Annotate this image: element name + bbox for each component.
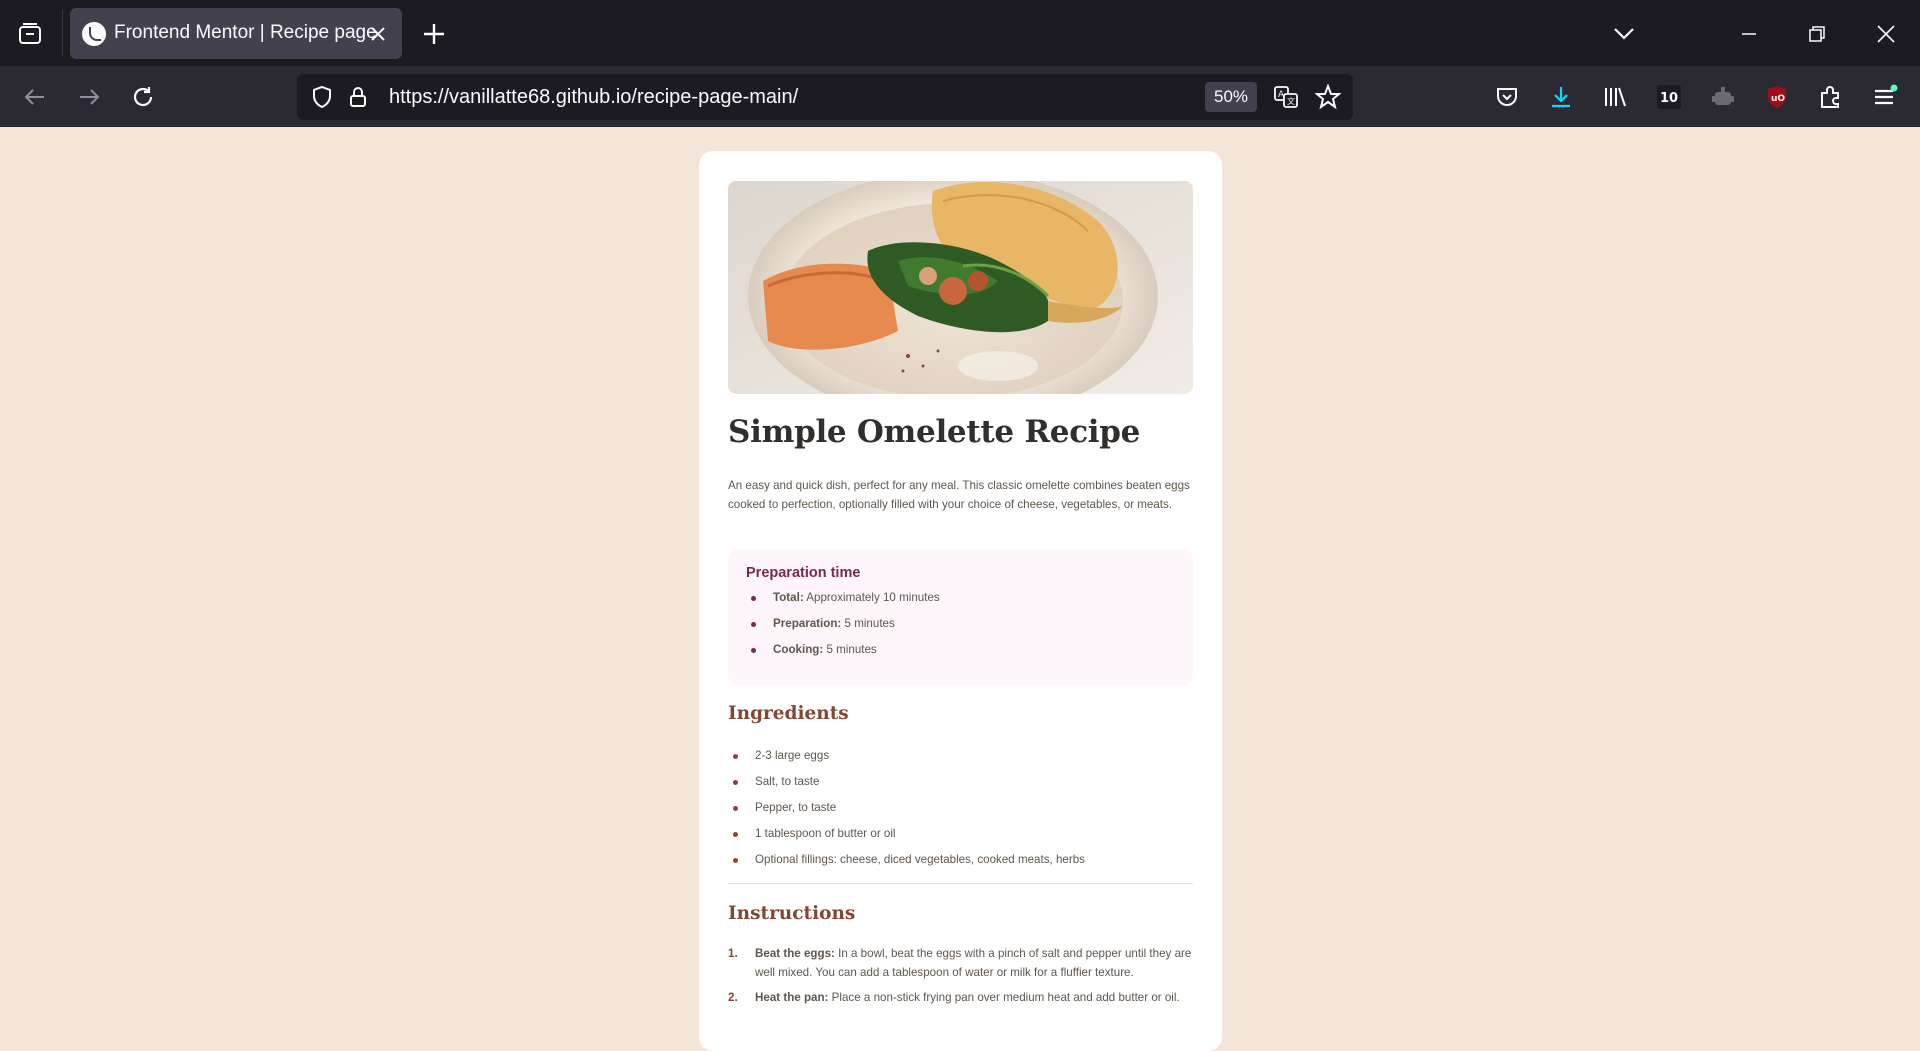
svg-text:10: 10	[1660, 91, 1678, 106]
extensions-puzzle-icon[interactable]	[1816, 82, 1846, 112]
list-item: Salt, to taste	[728, 775, 1085, 801]
frontend-mentor-favicon-icon	[82, 22, 106, 46]
instructions-list: 1. Beat the eggs: In a bowl, beat the egg…	[728, 944, 1193, 1013]
list-item: Cooking: 5 minutes	[746, 643, 940, 669]
robot-extension-icon[interactable]	[1708, 82, 1738, 112]
firefox-view-icon[interactable]	[14, 18, 46, 50]
svg-text:uO: uO	[1771, 94, 1785, 104]
recipe-title: Simple Omelette Recipe	[728, 414, 1141, 450]
preparation-list: Total: Approximately 10 minutes Preparat…	[746, 591, 940, 669]
step-label: Beat the eggs:	[755, 947, 835, 960]
recipe-intro: An easy and quick dish, perfect for any …	[728, 479, 1190, 511]
close-tab-icon[interactable]	[366, 22, 390, 46]
prep-value: Approximately 10 minutes	[806, 591, 940, 604]
prep-label: Preparation:	[773, 617, 842, 630]
extension-10-icon[interactable]: 10	[1654, 82, 1684, 112]
reload-icon[interactable]	[128, 82, 158, 112]
svg-text:A: A	[1278, 90, 1285, 100]
preparation-time-box: Preparation time Total: Approximately 10…	[728, 549, 1193, 685]
app-menu-icon[interactable]	[1870, 82, 1900, 112]
active-tab[interactable]: Frontend Mentor | Recipe page	[70, 8, 402, 59]
list-item: Optional fillings: cheese, diced vegetab…	[728, 853, 1085, 879]
svg-text:文: 文	[1287, 96, 1295, 106]
omelette-image	[728, 181, 1193, 394]
back-arrow-icon[interactable]	[20, 82, 50, 112]
browser-tab-bar: Frontend Mentor | Recipe page	[0, 0, 1920, 66]
restore-window-icon[interactable]	[1803, 20, 1831, 48]
list-item: 2. Heat the pan: Place a non-stick frying…	[728, 988, 1193, 1007]
step-number: 2.	[728, 991, 738, 1004]
step-label: Heat the pan:	[755, 991, 829, 1004]
new-tab-icon[interactable]	[420, 20, 448, 48]
section-divider	[728, 883, 1193, 884]
ingredients-list: 2-3 large eggs Salt, to taste Pepper, to…	[728, 749, 1085, 879]
downloads-icon[interactable]	[1546, 82, 1576, 112]
lock-icon[interactable]	[343, 82, 373, 112]
browser-nav-bar: https://vanillatte68.github.io/recipe-pa…	[0, 66, 1920, 127]
instructions-heading: Instructions	[728, 903, 856, 924]
list-item: 2-3 large eggs	[728, 749, 1085, 775]
ublock-origin-icon[interactable]: uO	[1762, 82, 1792, 112]
recipe-card: Simple Omelette Recipe An easy and quick…	[699, 151, 1222, 1051]
step-text: Place a non-stick frying pan over medium…	[831, 991, 1180, 1004]
prep-label: Cooking:	[773, 643, 824, 656]
translate-icon[interactable]: A文	[1271, 82, 1301, 112]
list-item: 1 tablespoon of butter or oil	[728, 827, 1085, 853]
list-item: 1. Beat the eggs: In a bowl, beat the egg…	[728, 944, 1193, 982]
prep-label: Total:	[773, 591, 804, 604]
list-all-tabs-icon[interactable]	[1610, 20, 1638, 48]
tab-title: Frontend Mentor | Recipe page	[114, 22, 377, 43]
address-bar[interactable]: https://vanillatte68.github.io/recipe-pa…	[297, 74, 1353, 120]
zoom-level-button[interactable]: 50%	[1205, 82, 1257, 112]
bookmark-star-icon[interactable]	[1313, 82, 1343, 112]
list-item: Pepper, to taste	[728, 801, 1085, 827]
prep-value: 5 minutes	[844, 617, 895, 630]
tab-divider	[62, 10, 63, 56]
step-number: 1.	[728, 947, 738, 960]
preparation-heading: Preparation time	[746, 565, 861, 581]
list-item: Total: Approximately 10 minutes	[746, 591, 940, 617]
close-window-icon[interactable]	[1872, 20, 1900, 48]
shield-icon[interactable]	[307, 82, 337, 112]
pocket-icon[interactable]	[1492, 82, 1522, 112]
url-text[interactable]: https://vanillatte68.github.io/recipe-pa…	[389, 86, 798, 109]
list-item: Preparation: 5 minutes	[746, 617, 940, 643]
library-icon[interactable]	[1600, 82, 1630, 112]
prep-value: 5 minutes	[826, 643, 877, 656]
minimize-window-icon[interactable]	[1735, 20, 1763, 48]
forward-arrow-icon[interactable]	[74, 82, 104, 112]
ingredients-heading: Ingredients	[728, 703, 849, 724]
